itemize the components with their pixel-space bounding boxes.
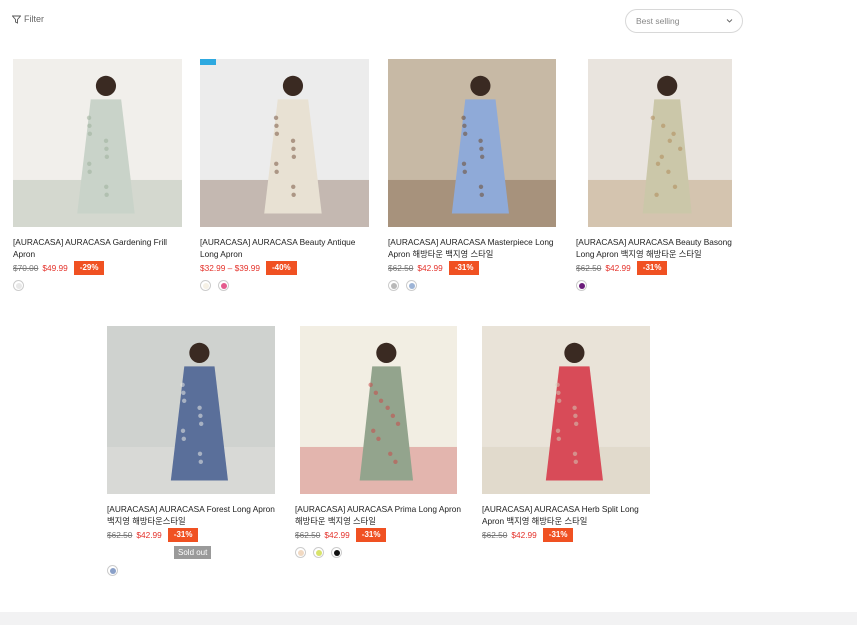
color-swatch-purple[interactable] [576,280,587,291]
product-card[interactable]: [AURACASA] AURACASA Prima Long Apron 해방타… [295,326,465,558]
swatch-color-dot [390,282,397,289]
chevron-down-icon [726,19,733,23]
product-card[interactable]: [AURACASA] AURACASA Forest Long Apron 백지… [107,326,277,576]
price-range: $32.99 – $39.99 [200,263,260,273]
product-image-link[interactable] [200,59,369,227]
sort-value: Best selling [636,16,680,26]
swatch-color-dot [315,549,322,556]
price-row: $62.50 $42.99 -31% [295,528,465,542]
product-photo [388,59,556,227]
product-title[interactable]: [AURACASA] AURACASA Herb Split Long Apro… [482,503,652,527]
sale-price: $49.99 [42,263,68,273]
discount-badge: -29% [73,261,105,275]
product-photo [482,326,650,494]
color-swatches [200,280,371,291]
filter-button[interactable]: Filter [12,14,44,24]
color-swatch-blue-pattern[interactable] [107,565,118,576]
product-image-link[interactable] [13,59,182,227]
product-photo [13,59,182,227]
color-swatches [576,280,746,291]
sort-select[interactable]: Best selling [625,9,743,33]
sale-price: $42.99 [324,530,350,540]
sale-price: $42.99 [605,263,631,273]
product-title[interactable]: [AURACASA] AURACASA Beauty Basong Long A… [576,236,746,260]
compare-price: $62.50 [388,263,414,273]
discount-badge: -31% [636,261,668,275]
product-image-link[interactable] [388,59,556,227]
product-photo [588,59,732,227]
product-title[interactable]: [AURACASA] AURACASA Prima Long Apron 해방타… [295,503,465,527]
color-swatch-gray[interactable] [388,280,399,291]
discount-badge: -31% [355,528,387,542]
discount-badge: -31% [448,261,480,275]
price-row: $62.50 $42.99 -31% [388,261,558,275]
product-title[interactable]: [AURACASA] AURACASA Forest Long Apron 백지… [107,503,277,527]
compare-price: $70.00 [13,263,39,273]
swatch-color-dot [109,567,116,574]
product-card[interactable]: [AURACASA] AURACASA Masterpiece Long Apr… [388,59,558,291]
price-row: $62.50 $42.99 -31% [107,528,277,542]
swatch-color-dot [220,282,227,289]
product-photo [200,59,369,227]
product-badge [200,59,216,65]
product-photo [300,326,457,494]
product-image-link[interactable] [295,326,463,494]
color-swatch-black[interactable] [331,547,342,558]
filter-label: Filter [24,14,44,24]
price-row: $32.99 – $39.99 -40% [200,261,371,275]
product-title[interactable]: [AURACASA] AURACASA Beauty Antique Long … [200,236,371,260]
product-card[interactable]: [AURACASA] AURACASA Herb Split Long Apro… [482,326,652,542]
product-card[interactable]: [AURACASA] AURACASA Gardening Frill Apro… [13,59,184,291]
product-image-link[interactable] [576,59,744,227]
color-swatches [107,565,277,576]
compare-price: $62.50 [107,530,133,540]
color-swatches [13,280,184,291]
sale-price: $42.99 [136,530,162,540]
swatch-color-dot [202,282,209,289]
product-photo [107,326,275,494]
swatch-color-dot [578,282,585,289]
swatch-color-dot [297,549,304,556]
sale-price: $42.99 [511,530,537,540]
color-swatches [295,547,465,558]
product-card[interactable]: [AURACASA] AURACASA Beauty Basong Long A… [576,59,746,291]
product-card[interactable]: [AURACASA] AURACASA Beauty Antique Long … [200,59,371,291]
color-swatch-light-blue[interactable] [406,280,417,291]
product-image-link[interactable] [107,326,275,494]
sold-out-badge: Sold out [174,546,212,559]
color-swatch-pink-stripe[interactable] [218,280,229,291]
footer-band [0,612,857,625]
price-row: $62.50 $42.99 -31% [576,261,746,275]
swatch-color-dot [15,282,22,289]
swatch-color-dot [333,549,340,556]
filter-icon [12,15,21,24]
product-image-link[interactable] [482,326,650,494]
product-title[interactable]: [AURACASA] AURACASA Masterpiece Long Apr… [388,236,558,260]
color-swatch-light-gray[interactable] [13,280,24,291]
color-swatch-beige[interactable] [295,547,306,558]
product-title[interactable]: [AURACASA] AURACASA Gardening Frill Apro… [13,236,184,260]
price-row: $70.00 $49.99 -29% [13,261,184,275]
discount-badge: -31% [167,528,199,542]
compare-price: $62.50 [482,530,508,540]
compare-price: $62.50 [576,263,602,273]
color-swatch-ivory[interactable] [200,280,211,291]
discount-badge: -40% [265,261,297,275]
discount-badge: -31% [542,528,574,542]
color-swatch-lime[interactable] [313,547,324,558]
swatch-color-dot [408,282,415,289]
compare-price: $62.50 [295,530,321,540]
color-swatches [388,280,558,291]
price-row: $62.50 $42.99 -31% [482,528,652,542]
sale-price: $42.99 [417,263,443,273]
